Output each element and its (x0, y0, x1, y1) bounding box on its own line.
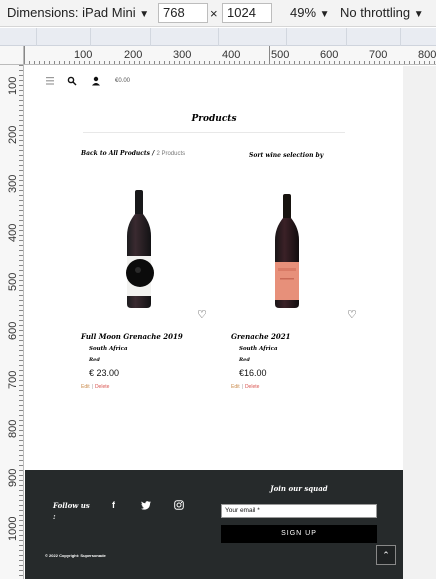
zoom-label: 49% (290, 5, 317, 20)
ruler-top-label: 500 (271, 49, 290, 61)
product-name[interactable]: Grenache 2021 (231, 332, 290, 341)
zoom-dropdown[interactable]: 49% ▼ (290, 5, 330, 20)
ruler-left-label: 200 (7, 125, 19, 144)
top-nav: €0.00 (45, 74, 130, 88)
devtools-toolbar: Dimensions: iPad Mini ▼ 768 × 1024 49% ▼… (0, 0, 436, 27)
ruler-left-label: 800 (7, 419, 19, 438)
ruler-left-label: 400 (7, 223, 19, 242)
product-origin: South Africa (239, 346, 278, 352)
device-viewport: €0.00 Products Back to All Products / 2 … (25, 66, 403, 579)
follow-us-label: Follow us : (53, 501, 90, 521)
page-title: Products (191, 114, 237, 124)
device-dimensions-label: Dimensions: iPad Mini (7, 5, 136, 20)
ruler-top-label: 600 (320, 49, 339, 61)
media-query-bar[interactable] (0, 28, 436, 46)
breadcrumb: Back to All Products / 2 Products (81, 150, 185, 157)
delete-link[interactable]: Delete (95, 384, 109, 390)
instagram-icon[interactable] (174, 500, 184, 510)
copyright-text: © 2022 Copyright: Supersonade (45, 553, 106, 558)
ruler-top-label: 700 (369, 49, 388, 61)
product-admin-links: Edit | Delete (81, 384, 109, 390)
product-category[interactable]: Red (239, 357, 250, 363)
chevron-up-icon: ⌃ (382, 550, 390, 560)
ruler-left-label: 500 (7, 272, 19, 291)
chevron-down-icon: ▼ (319, 9, 330, 20)
join-our-squad-heading: Join our squad (270, 484, 328, 493)
wine-bottle-image-grenache (275, 194, 299, 308)
ruler-top-label: 800 (418, 49, 436, 61)
delete-link[interactable]: Delete (245, 384, 259, 390)
viewport-gutter (403, 66, 436, 579)
ruler-top-label: 200 (124, 49, 143, 61)
device-dimensions-dropdown[interactable]: Dimensions: iPad Mini ▼ (7, 5, 149, 20)
ruler-left-label: 600 (7, 321, 19, 340)
ruler-left-label: 100 (7, 76, 19, 95)
menu-icon[interactable] (45, 77, 55, 85)
search-icon[interactable] (67, 76, 77, 86)
edit-link[interactable]: Edit (81, 384, 90, 390)
title-divider (83, 132, 345, 133)
dimension-times-icon: × (210, 6, 218, 21)
account-icon[interactable] (91, 76, 101, 86)
product-origin: South Africa (89, 346, 128, 352)
facebook-icon[interactable]: f (112, 500, 115, 510)
ruler-top: 100 200 300 400 500 600 700 800 (24, 46, 436, 65)
device-width-input[interactable]: 768 (158, 3, 208, 23)
ruler-top-label: 300 (173, 49, 192, 61)
ruler-corner (0, 46, 24, 65)
chevron-down-icon: ▼ (413, 9, 424, 20)
product-admin-links: Edit | Delete (231, 384, 259, 390)
product-category[interactable]: Red (89, 357, 100, 363)
ruler-left-label: 900 (7, 468, 19, 487)
back-to-top-button[interactable]: ⌃ (376, 545, 396, 565)
back-to-all-products-link[interactable]: Back to All Products (81, 150, 150, 157)
wine-bottle-image-full-moon (126, 190, 154, 308)
site-footer: Follow us : f Join our squad Your email … (25, 470, 403, 579)
ruler-left-label: 700 (7, 370, 19, 389)
twitter-icon[interactable] (141, 501, 151, 510)
ruler-top-label: 400 (222, 49, 241, 61)
ruler-left-label: 300 (7, 174, 19, 193)
product-count: 2 Products (156, 151, 186, 157)
newsletter-email-input[interactable]: Your email * (221, 504, 377, 518)
device-height-input[interactable]: 1024 (222, 3, 272, 23)
sort-selector[interactable]: Sort wine selection by (249, 150, 339, 162)
product-price: €16.00 (239, 368, 267, 378)
ruler-top-label: 100 (74, 49, 93, 61)
throttling-label: No throttling (340, 5, 411, 20)
wishlist-heart-icon[interactable]: ♡ (347, 308, 357, 321)
product-name[interactable]: Full Moon Grenache 2019 (81, 332, 183, 341)
ruler-left-label: 1000 (7, 516, 19, 541)
product-price: € 23.00 (89, 368, 120, 378)
edit-link[interactable]: Edit (231, 384, 240, 390)
sign-up-button[interactable]: SIGN UP (221, 525, 377, 543)
chevron-down-icon: ▼ (139, 9, 150, 20)
ruler-left: 100 200 300 400 500 600 700 800 900 1000 (0, 65, 24, 579)
cart-total[interactable]: €0.00 (115, 78, 130, 84)
wishlist-heart-icon[interactable]: ♡ (197, 308, 207, 321)
throttling-dropdown[interactable]: No throttling ▼ (340, 5, 424, 20)
